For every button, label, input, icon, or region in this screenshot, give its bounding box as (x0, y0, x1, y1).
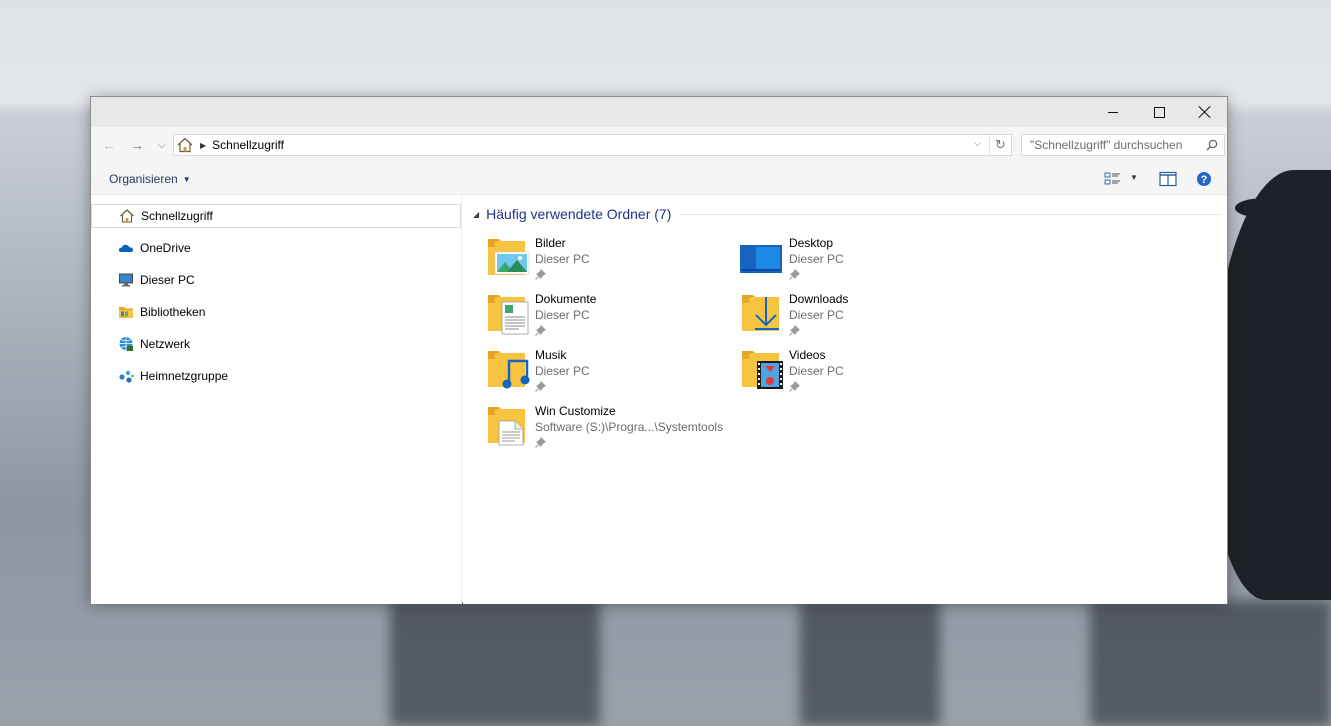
preview-pane-icon[interactable] (1159, 171, 1177, 187)
desktop-folder-icon (740, 245, 782, 273)
background-reflection (390, 600, 600, 726)
group-header[interactable]: ◢ Häufig verwendete Ordner (7) (473, 206, 1221, 222)
maximize-button[interactable] (1136, 97, 1182, 127)
folder-tile-win-customize[interactable]: Win Customize Software (S:)\Progra...\Sy… (485, 401, 735, 453)
pin-icon[interactable] (535, 436, 547, 448)
explorer-window: ← → ⌵ ▶ Schnellzugriff ⌵ ↻ "Schnellzugri… (90, 96, 1228, 604)
homegroup-icon (119, 370, 134, 383)
documents-folder-icon (488, 295, 529, 335)
content-pane: ◢ Häufig verwendete Ordner (7) Bilder Di… (463, 195, 1227, 604)
folder-location: Dieser PC (789, 308, 844, 322)
sidebar-item-label: OneDrive (140, 241, 191, 255)
close-button[interactable] (1182, 97, 1228, 127)
sidebar-item-label: Heimnetzgruppe (140, 369, 229, 383)
folder-location: Dieser PC (535, 364, 590, 378)
folder-name: Win Customize (535, 404, 616, 418)
background-reflection (800, 600, 940, 726)
folder-location: Dieser PC (535, 308, 590, 322)
folder-location: Dieser PC (535, 252, 590, 266)
sidebar-item-bibliotheken[interactable]: Bibliotheken (91, 300, 461, 324)
folder-tile-downloads[interactable]: Downloads Dieser PC (739, 289, 989, 341)
minimize-button[interactable] (1090, 97, 1136, 127)
pin-icon[interactable] (535, 268, 547, 280)
folder-icon (488, 407, 525, 446)
breadcrumb-location[interactable]: Schnellzugriff (212, 138, 284, 152)
folder-location: Dieser PC (789, 252, 844, 266)
folder-name: Desktop (789, 236, 834, 250)
folder-name: Bilder (535, 236, 566, 250)
organize-menu-button[interactable]: Organisieren ▼ (109, 172, 191, 186)
sidebar-item-label: Schnellzugriff (141, 209, 213, 223)
folder-tile-desktop[interactable]: Desktop Dieser PC (739, 233, 989, 285)
search-icon[interactable] (1206, 139, 1218, 151)
folder-tile-videos[interactable]: Videos Dieser PC (739, 345, 989, 397)
background-rock (1235, 198, 1295, 218)
pin-icon[interactable] (535, 380, 547, 392)
chevron-down-icon: ⌵ (158, 140, 166, 151)
background-reflection (1090, 600, 1331, 726)
sidebar-item-schnellzugriff[interactable]: Schnellzugriff (91, 204, 461, 228)
music-folder-icon (488, 351, 530, 389)
arrow-left-icon: ← (102, 137, 116, 153)
change-view-icon[interactable] (1104, 171, 1122, 187)
svg-text:?: ? (1201, 174, 1208, 186)
refresh-button[interactable]: ↻ (989, 135, 1011, 155)
pin-icon[interactable] (789, 268, 801, 280)
refresh-icon: ↻ (995, 137, 1006, 152)
sidebar-item-netzwerk[interactable]: Netzwerk (91, 332, 461, 356)
address-history-dropdown[interactable]: ⌵ (974, 138, 981, 149)
navigation-bar: ← → ⌵ ▶ Schnellzugriff ⌵ ↻ "Schnellzugri… (91, 127, 1227, 163)
organize-label: Organisieren (109, 172, 178, 186)
library-icon (119, 307, 133, 318)
pin-icon[interactable] (789, 380, 801, 392)
maximize-icon (1153, 106, 1165, 118)
address-bar[interactable]: ▶ Schnellzugriff ⌵ ↻ (173, 134, 1012, 156)
folder-tile-bilder[interactable]: Bilder Dieser PC (485, 233, 735, 285)
network-icon (119, 337, 133, 351)
pin-icon[interactable] (535, 324, 547, 336)
view-options-dropdown[interactable]: ▼ (1130, 173, 1138, 182)
command-bar: Organisieren ▼ ▼ ? (91, 163, 1227, 195)
folder-name: Videos (789, 348, 826, 362)
folder-name: Musik (535, 348, 567, 362)
close-icon (1198, 105, 1212, 119)
group-divider (679, 213, 1221, 215)
pin-icon[interactable] (789, 324, 801, 336)
help-icon[interactable]: ? (1195, 171, 1213, 187)
recent-locations-button[interactable]: ⌵ (158, 140, 166, 151)
computer-icon (119, 273, 133, 287)
minimize-icon (1108, 111, 1118, 113)
back-button[interactable]: ← (102, 137, 116, 153)
folder-location: Software (S:)\Progra...\Systemtools (535, 420, 724, 434)
videos-folder-icon (742, 351, 783, 389)
folder-tile-dokumente[interactable]: Dokumente Dieser PC (485, 289, 735, 341)
breadcrumb-separator-icon[interactable]: ▶ (200, 141, 206, 150)
arrow-right-icon: → (130, 137, 144, 153)
folder-tile-musik[interactable]: Musik Dieser PC (485, 345, 735, 397)
navigation-pane: Schnellzugriff OneDrive Dieser PC Biblio… (91, 195, 462, 604)
sidebar-item-onedrive[interactable]: OneDrive (91, 236, 461, 260)
folder-location: Dieser PC (789, 364, 844, 378)
home-icon (177, 137, 193, 153)
folder-name: Dokumente (535, 292, 597, 306)
title-bar[interactable] (91, 97, 1227, 127)
caret-down-icon: ▼ (182, 174, 191, 184)
sidebar-item-label: Bibliotheken (140, 305, 206, 319)
sidebar-item-dieser-pc[interactable]: Dieser PC (91, 268, 461, 292)
background-rock (1210, 170, 1331, 600)
folder-name: Downloads (789, 292, 849, 306)
home-icon (120, 209, 134, 223)
search-placeholder: "Schnellzugriff" durchsuchen (1030, 138, 1183, 152)
cloud-icon (118, 244, 134, 252)
sidebar-item-label: Netzwerk (140, 337, 191, 351)
forward-button[interactable]: → (130, 137, 144, 153)
group-title: Häufig verwendete Ordner (7) (486, 206, 672, 222)
downloads-folder-icon (742, 295, 779, 331)
sidebar-item-label: Dieser PC (140, 273, 195, 287)
sidebar-item-heimnetzgruppe[interactable]: Heimnetzgruppe (91, 364, 461, 388)
collapse-group-icon[interactable]: ◢ (473, 210, 479, 219)
pictures-folder-icon (488, 239, 530, 275)
search-input[interactable]: "Schnellzugriff" durchsuchen (1021, 134, 1225, 156)
